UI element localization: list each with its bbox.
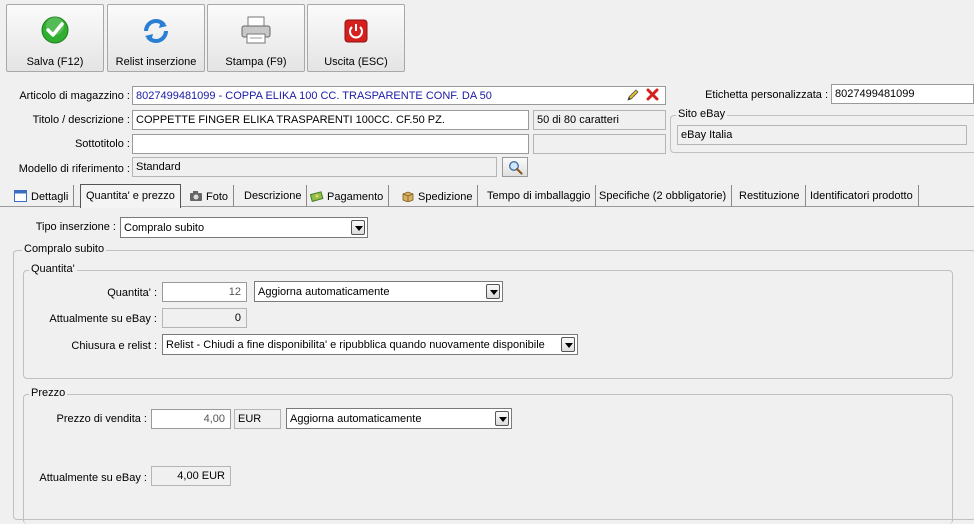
edit-pencil-icon[interactable] xyxy=(626,88,640,105)
search-icon xyxy=(508,160,523,178)
sottotitolo-counter xyxy=(533,134,666,154)
tab-descrizione[interactable]: Descrizione xyxy=(239,185,308,207)
quantita-label: Quantita' : xyxy=(107,287,157,299)
sottotitolo-field[interactable] xyxy=(132,134,529,154)
printer-icon xyxy=(239,15,273,48)
refresh-icon xyxy=(140,15,172,50)
tab-foto-label: Foto xyxy=(206,191,229,203)
quantita-group-title: Quantita' xyxy=(29,263,77,275)
tab-restituzione-label: Restituzione xyxy=(739,190,800,202)
power-icon xyxy=(344,19,368,46)
attuale-quantita-value: 0 xyxy=(234,312,241,324)
tab-pagamento-label: Pagamento xyxy=(327,191,384,203)
tab-tempo-imballaggio-label: Tempo di imballaggio xyxy=(487,190,591,202)
tab-dettagli-label: Dettagli xyxy=(31,191,69,203)
chiusura-relist-value: Relist - Chiudi a fine disponibilita' e … xyxy=(166,339,545,351)
modello-field: Standard xyxy=(132,157,497,177)
checkmark-icon xyxy=(40,15,70,48)
titolo-counter: 50 di 80 caratteri xyxy=(533,110,666,130)
chiusura-relist-label: Chiusura e relist : xyxy=(71,340,157,352)
tab-foto[interactable]: Foto xyxy=(184,185,235,207)
tab-pagamento[interactable]: Pagamento xyxy=(305,185,390,207)
package-icon xyxy=(401,190,415,203)
prezzo-vendita-label: Prezzo di vendita : xyxy=(56,413,148,425)
quantita-value: 12 xyxy=(228,286,241,298)
prezzo-currency-value: EUR xyxy=(238,413,262,425)
tab-spedizione-label: Spedizione xyxy=(418,191,473,203)
quantita-field[interactable]: 12 xyxy=(162,282,247,302)
chevron-down-icon[interactable] xyxy=(351,220,365,235)
sito-ebay-value: eBay Italia xyxy=(681,129,733,141)
articolo-value: 8027499481099 - COPPA ELIKA 100 CC. TRAS… xyxy=(136,90,492,102)
money-icon xyxy=(309,190,324,203)
sito-ebay-title: Sito eBay xyxy=(676,108,728,120)
tab-identificatori-prodotto[interactable]: Identificatori prodotto xyxy=(805,185,919,207)
etichetta-value: 8027499481099 xyxy=(835,88,915,100)
tipo-inserzione-value: Compralo subito xyxy=(124,222,205,234)
chevron-down-icon[interactable] xyxy=(561,337,575,352)
prezzo-vendita-value: 4,00 xyxy=(203,413,225,425)
tab-descrizione-label: Descrizione xyxy=(244,190,302,202)
exit-button-label: Uscita (ESC) xyxy=(324,56,388,68)
articolo-field[interactable]: 8027499481099 - COPPA ELIKA 100 CC. TRAS… xyxy=(132,86,666,105)
tab-spedizione[interactable]: Spedizione xyxy=(396,185,479,207)
attuale-quantita-field: 0 xyxy=(162,308,247,328)
articolo-label: Articolo di magazzino : xyxy=(19,90,130,102)
modello-value: Standard xyxy=(136,161,181,173)
titolo-field[interactable]: COPPETTE FINGER ELIKA TRASPARENTI 100CC.… xyxy=(132,110,529,130)
tab-identificatori-prodotto-label: Identificatori prodotto xyxy=(810,190,913,202)
sottotitolo-label: Sottotitolo : xyxy=(74,138,130,150)
attuale-quantita-label: Attualmente su eBay : xyxy=(49,313,157,325)
save-button[interactable]: Salva (F12) xyxy=(6,4,104,72)
chiusura-relist-select[interactable]: Relist - Chiudi a fine disponibilita' e … xyxy=(162,334,578,355)
exit-button[interactable]: Uscita (ESC) xyxy=(307,4,405,72)
clear-x-icon[interactable] xyxy=(646,88,659,104)
quantita-mode-select[interactable]: Aggiorna automaticamente xyxy=(254,281,503,302)
chevron-down-icon[interactable] xyxy=(486,284,500,299)
tab-dettagli[interactable]: Dettagli xyxy=(10,185,75,207)
calendar-icon xyxy=(14,190,28,202)
prezzo-attuale-field: 4,00 EUR xyxy=(151,466,231,486)
tab-quantita-prezzo-label: Quantita' e prezzo xyxy=(86,190,175,202)
print-button-label: Stampa (F9) xyxy=(225,56,287,68)
prezzo-group-title: Prezzo xyxy=(29,387,68,399)
tab-tempo-imballaggio[interactable]: Tempo di imballaggio xyxy=(482,185,597,207)
camera-icon xyxy=(189,190,203,202)
titolo-counter-text: 50 di 80 caratteri xyxy=(537,114,619,126)
prezzo-vendita-field[interactable]: 4,00 xyxy=(151,409,231,429)
prezzo-mode-value: Aggiorna automaticamente xyxy=(290,413,422,425)
modello-search-button[interactable] xyxy=(502,157,528,177)
print-button[interactable]: Stampa (F9) xyxy=(207,4,305,72)
etichetta-label: Etichetta personalizzata : xyxy=(705,89,828,101)
quantita-mode-value: Aggiorna automaticamente xyxy=(258,286,390,298)
tab-specifiche[interactable]: Specifiche (2 obbligatorie) xyxy=(594,185,733,207)
titolo-value: COPPETTE FINGER ELIKA TRASPARENTI 100CC.… xyxy=(136,114,445,126)
chevron-down-icon[interactable] xyxy=(495,411,509,426)
prezzo-attuale-label: Attualmente su eBay : xyxy=(39,472,147,484)
sito-ebay-field: eBay Italia xyxy=(677,125,967,145)
tipo-inserzione-select[interactable]: Compralo subito xyxy=(120,217,368,238)
prezzo-currency-field: EUR xyxy=(234,409,281,429)
prezzo-attuale-value: 4,00 EUR xyxy=(177,470,225,482)
tab-specifiche-label: Specifiche (2 obbligatorie) xyxy=(599,190,727,202)
relist-button-label: Relist inserzione xyxy=(115,56,197,68)
tab-restituzione[interactable]: Restituzione xyxy=(734,185,806,207)
save-button-label: Salva (F12) xyxy=(26,56,84,68)
titolo-label: Titolo / descrizione : xyxy=(32,114,130,126)
compralo-subito-title: Compralo subito xyxy=(22,243,107,255)
etichetta-field[interactable]: 8027499481099 xyxy=(831,84,974,104)
prezzo-mode-select[interactable]: Aggiorna automaticamente xyxy=(286,408,512,429)
tipo-inserzione-label: Tipo inserzione : xyxy=(35,221,116,233)
relist-button[interactable]: Relist inserzione xyxy=(107,4,205,72)
tab-quantita-prezzo[interactable]: Quantita' e prezzo xyxy=(80,184,181,208)
modello-label: Modello di riferimento : xyxy=(18,163,130,175)
